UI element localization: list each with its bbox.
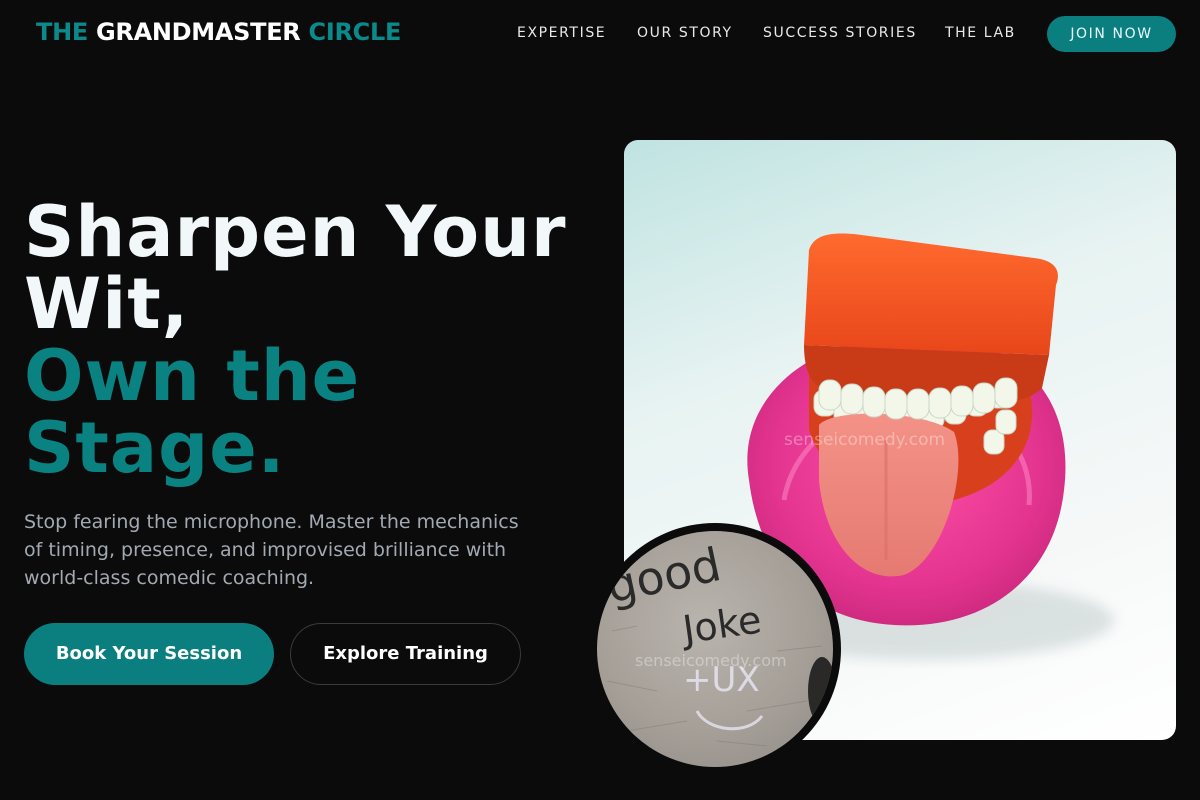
hero-headline: Sharpen Your Wit, Own the Stage. — [24, 196, 604, 484]
headline-line-3: Own the — [24, 335, 361, 417]
inset-image-frame: good Joke +UX senseicomedy.com — [597, 531, 833, 767]
inset-image-good-joke: good Joke +UX senseicomedy.com — [589, 523, 841, 775]
brand-part-3: CIRCLE — [308, 18, 402, 46]
image-watermark: senseicomedy.com — [784, 430, 946, 450]
nav-link-our-story[interactable]: OUR STORY — [637, 25, 733, 41]
handwriting-joke: Joke — [678, 597, 764, 652]
hero-subtitle: Stop fearing the microphone. Master the … — [24, 511, 519, 589]
handwriting-illustration: good Joke +UX — [602, 537, 833, 747]
brand-part-1: THE — [36, 18, 88, 46]
inset-watermark: senseicomedy.com — [635, 651, 787, 670]
site-header: THE GRANDMASTER CIRCLE EXPERTISE OUR STO… — [0, 0, 1200, 68]
book-session-button[interactable]: Book Your Session — [24, 623, 274, 685]
brand-logo[interactable]: THE GRANDMASTER CIRCLE — [36, 18, 401, 46]
headline-line-1: Sharpen Your — [24, 191, 567, 273]
brand-part-2: GRANDMASTER — [96, 18, 301, 46]
join-now-button[interactable]: JOIN NOW — [1047, 16, 1176, 52]
nav-link-expertise[interactable]: EXPERTISE — [517, 25, 606, 41]
handwriting-good: good — [602, 537, 725, 614]
nav-link-the-lab[interactable]: THE LAB — [945, 25, 1016, 41]
explore-training-button[interactable]: Explore Training — [290, 623, 521, 685]
headline-line-4: Stage. — [24, 407, 286, 489]
headline-line-2: Wit, — [24, 263, 190, 345]
nav-link-success-stories[interactable]: SUCCESS STORIES — [763, 25, 917, 41]
